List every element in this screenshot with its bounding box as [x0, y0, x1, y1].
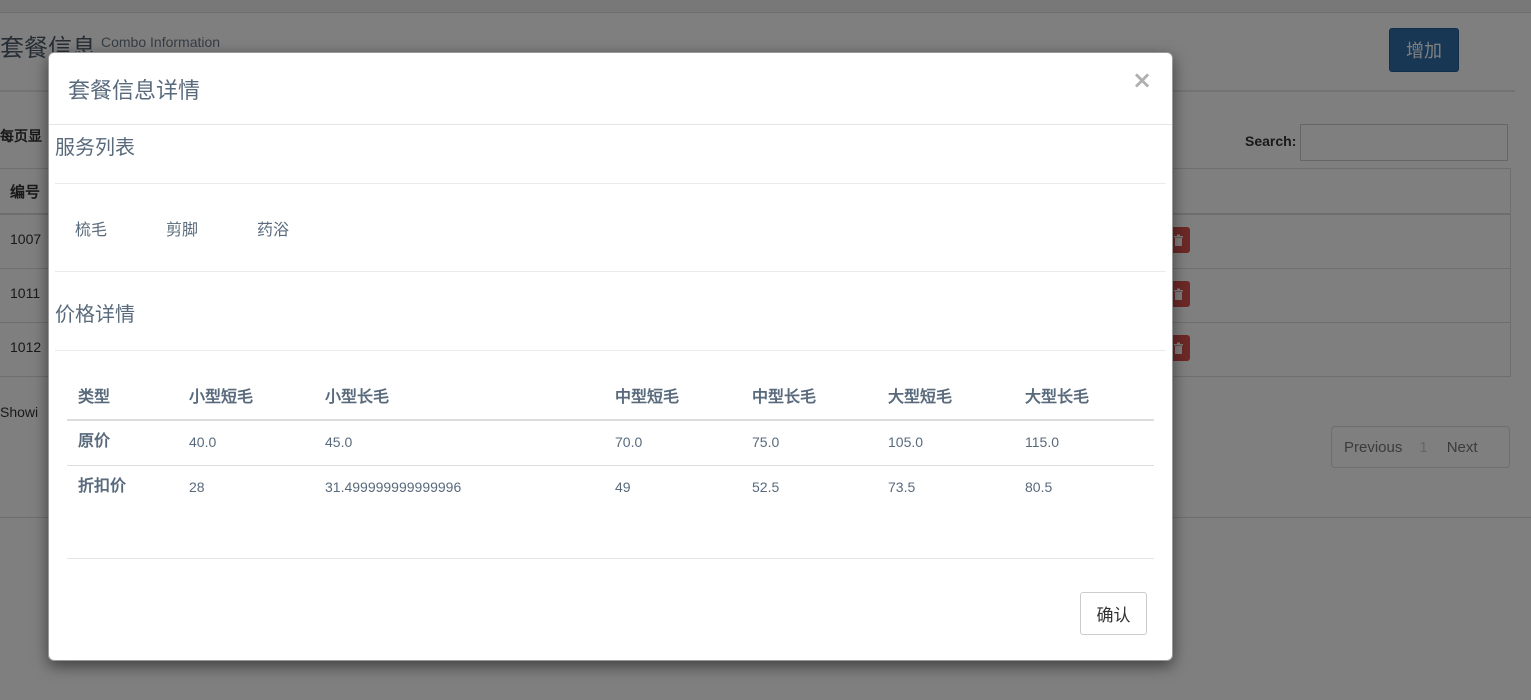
price-cell: 28 — [189, 479, 205, 495]
price-cell: 75.0 — [752, 434, 780, 450]
close-icon[interactable]: × — [1132, 68, 1152, 92]
price-cell: 52.5 — [752, 479, 780, 495]
modal-title: 套餐信息详情 — [68, 79, 201, 104]
header-cell-medium-long: 中型长毛 — [752, 387, 817, 406]
table-row-discount-price: 折扣价 28 31.499999999999996 49 52.5 73.5 8… — [67, 466, 1154, 510]
header-cell-small-short: 小型短毛 — [189, 387, 254, 406]
table-row-original-price: 原价 40.0 45.0 70.0 75.0 105.0 115.0 — [67, 421, 1154, 466]
confirm-button[interactable]: 确认 — [1080, 592, 1147, 635]
price-table: 类型 小型短毛 小型长毛 中型短毛 中型长毛 大型短毛 大型长毛 原价 40.0… — [67, 381, 1154, 510]
header-cell-large-long: 大型长毛 — [1025, 387, 1090, 406]
price-detail-title: 价格详情 — [55, 302, 135, 326]
price-table-header: 类型 小型短毛 小型长毛 中型短毛 中型长毛 大型短毛 大型长毛 — [67, 381, 1154, 421]
header-cell-large-short: 大型短毛 — [888, 387, 953, 406]
price-cell: 31.499999999999996 — [325, 479, 462, 495]
modal-footer-divider — [67, 558, 1154, 559]
service-title-divider — [55, 183, 1166, 184]
service-item: 剪脚 — [166, 220, 199, 239]
header-cell-medium-short: 中型短毛 — [615, 387, 680, 406]
price-cell: 49 — [615, 479, 631, 495]
header-cell-type: 类型 — [78, 387, 111, 406]
service-list-title: 服务列表 — [55, 135, 135, 159]
service-item: 药浴 — [257, 220, 290, 239]
service-list-divider — [55, 271, 1166, 272]
price-cell: 105.0 — [888, 434, 924, 450]
modal-header: 套餐信息详情 × — [49, 53, 1172, 125]
header-cell-small-long: 小型长毛 — [325, 387, 390, 406]
combo-detail-modal: 套餐信息详情 × 服务列表 梳毛 剪脚 药浴 价格详情 类型 小型短毛 小型长毛… — [48, 52, 1173, 661]
price-cell: 73.5 — [888, 479, 916, 495]
service-item: 梳毛 — [75, 220, 108, 239]
price-cell: 70.0 — [615, 434, 643, 450]
row-label: 折扣价 — [78, 476, 127, 495]
row-label: 原价 — [78, 431, 111, 450]
price-cell: 45.0 — [325, 434, 353, 450]
price-cell: 80.5 — [1025, 479, 1053, 495]
price-cell: 115.0 — [1025, 434, 1059, 450]
price-title-divider — [55, 350, 1166, 351]
price-cell: 40.0 — [189, 434, 217, 450]
